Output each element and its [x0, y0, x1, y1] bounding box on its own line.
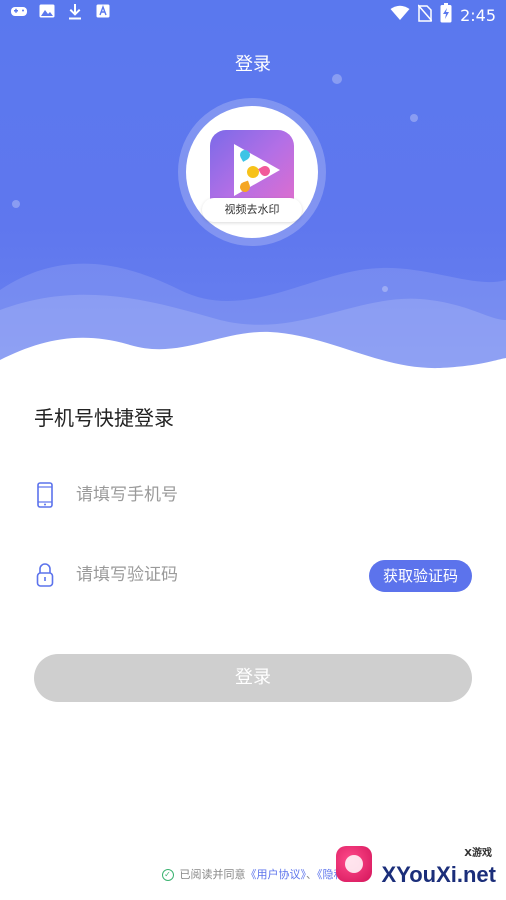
agreement-prefix: 已阅读并同意: [179, 868, 246, 881]
agreement-separator: 、: [306, 868, 317, 881]
watermark-small-text: X游戏: [464, 848, 492, 859]
header-background: 2:45 登录 视频去水印: [0, 0, 506, 380]
code-row: 获取验证码: [34, 550, 472, 600]
phone-icon: [34, 482, 58, 508]
user-agreement-link[interactable]: 《用户协议》: [246, 868, 307, 881]
watermark-logo-icon: [336, 846, 372, 882]
get-code-button[interactable]: 获取验证码: [368, 560, 472, 592]
status-time: 2:45: [460, 5, 496, 25]
lock-icon: [34, 562, 58, 588]
site-watermark: X游戏 XYouXi.net: [336, 842, 496, 888]
phone-row: [34, 470, 472, 520]
download-icon: [66, 4, 84, 20]
status-bar: 2:45: [0, 0, 506, 28]
section-title: 手机号快捷登录: [34, 406, 174, 430]
page-title: 登录: [235, 54, 271, 75]
wifi-icon: [390, 5, 410, 25]
decor-bubble: [12, 200, 20, 208]
decor-bubble: [410, 114, 418, 122]
image-icon: [38, 4, 56, 20]
phone-input[interactable]: [74, 484, 358, 506]
app-logo: 视频去水印: [178, 98, 326, 246]
app-name-label: 视频去水印: [202, 198, 302, 222]
wave-decoration: [0, 263, 506, 380]
check-circle-icon[interactable]: ✓: [161, 869, 174, 881]
battery-charging-icon: [440, 3, 452, 27]
login-button[interactable]: 登录: [34, 654, 472, 702]
watermark-brand-text: XYouXi.net: [381, 862, 497, 887]
code-input[interactable]: [74, 564, 358, 586]
gamepad-icon: [10, 4, 28, 20]
no-sim-icon: [417, 4, 433, 26]
text-a-icon: [94, 4, 112, 20]
decor-bubble: [332, 74, 342, 84]
